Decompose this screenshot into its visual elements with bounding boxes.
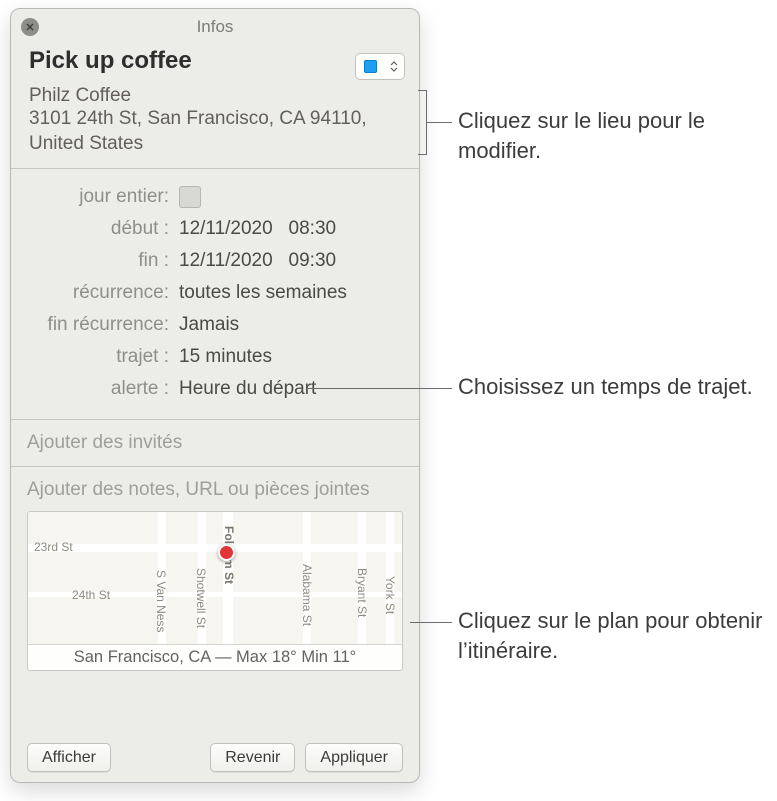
location-address[interactable]: 3101 24th St, San Francisco, CA 94110, U… [29, 107, 403, 156]
color-swatch-icon [364, 60, 377, 73]
event-fields: jour entier: début : 12/11/2020 08:30 fi… [11, 169, 419, 420]
apply-button[interactable]: Appliquer [305, 743, 403, 772]
callout-text: Cliquez sur le plan pour obtenir l’itiné… [458, 606, 768, 665]
callout-leader [308, 388, 452, 389]
event-info-panel: Infos Pick up coffee Philz Coffee 3101 2… [10, 8, 420, 783]
map-street-label: Alabama St [300, 564, 314, 626]
event-title[interactable]: Pick up coffee [29, 47, 403, 75]
alert-label: alerte : [11, 378, 179, 400]
map-preview[interactable]: 23rd St 24th St S Van Ness Shotwell St F… [27, 511, 403, 671]
end-label: fin : [11, 250, 179, 272]
callout-text: Choisissez un temps de trajet. [458, 372, 758, 402]
callout-leader [426, 122, 452, 123]
travel-label: trajet : [11, 346, 179, 368]
all-day-checkbox[interactable] [179, 186, 201, 208]
end-value[interactable]: 12/11/2020 09:30 [179, 250, 403, 272]
map-street-label: 24th St [72, 588, 110, 602]
callout-leader [410, 622, 452, 623]
end-recurrence-value[interactable]: Jamais [179, 314, 403, 336]
weather-bar: San Francisco, CA — Max 18° Min 11° [28, 644, 402, 670]
start-value[interactable]: 12/11/2020 08:30 [179, 218, 403, 240]
recurrence-label: récurrence: [11, 282, 179, 304]
map-street-label: Shotwell St [194, 568, 208, 628]
calendar-color-select[interactable] [355, 53, 405, 80]
add-invitees-field[interactable]: Ajouter des invités [11, 420, 419, 467]
start-label: début : [11, 218, 179, 240]
recurrence-value[interactable]: toutes les semaines [179, 282, 403, 304]
panel-footer: Afficher Revenir Appliquer [27, 743, 403, 772]
travel-value[interactable]: 15 minutes [179, 346, 403, 368]
end-recurrence-label: fin récurrence: [11, 314, 179, 336]
alert-value[interactable]: Heure du départ [179, 378, 403, 400]
all-day-label: jour entier: [11, 186, 179, 208]
revert-button[interactable]: Revenir [210, 743, 295, 772]
chevron-updown-icon [390, 61, 398, 72]
add-notes-field[interactable]: Ajouter des notes, URL ou pièces jointes [11, 467, 419, 511]
map-street-label: S Van Ness [154, 570, 168, 632]
map-street-label: York St [383, 576, 397, 614]
window-title: Infos [11, 17, 419, 37]
map-street-label: 23rd St [34, 540, 73, 554]
location-name[interactable]: Philz Coffee [29, 85, 403, 107]
map-street-label: Bryant St [355, 568, 369, 617]
callout-text: Cliquez sur le lieu pour le modifier. [458, 106, 758, 165]
show-button[interactable]: Afficher [27, 743, 111, 772]
